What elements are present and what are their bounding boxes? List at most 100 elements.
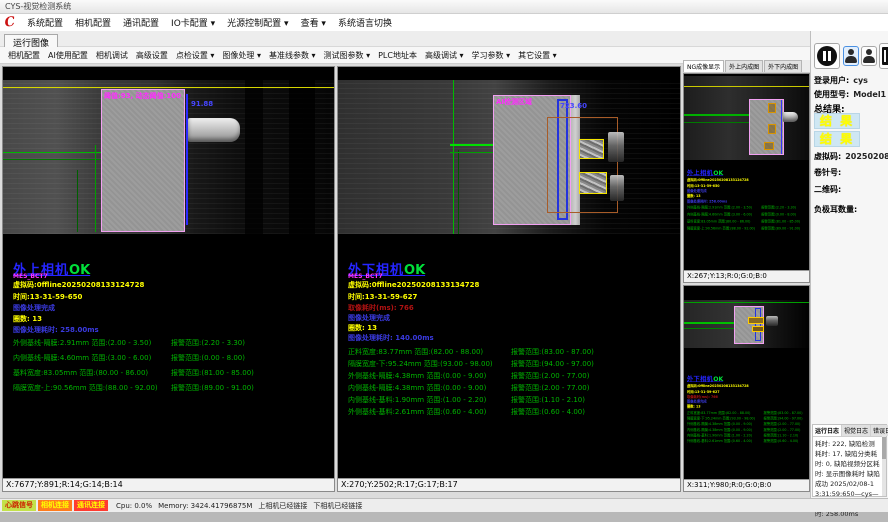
log-tab-run[interactable]: 运行日志 (813, 425, 842, 436)
menu-item-camera-config[interactable]: 相机配置 (75, 16, 111, 29)
pixel-info-bar-upper: X:7677;Y:891;R:14;G:14;B:14 (3, 478, 334, 491)
measurement-row: 外侧基线-基料:2.61mm 范围:(0.60 - 4.00)报警范围:(0.6… (687, 439, 752, 444)
side-panel: 登录用户:cys 使用型号:Model1 总结果: 结 果 结 果 虚拟码:20… (810, 31, 888, 498)
menu-item-comm-config[interactable]: 通讯配置 (123, 16, 159, 29)
toolbar-item-baseline-params[interactable]: 基准线参数 ▾ (269, 50, 316, 61)
exit-button[interactable] (879, 43, 888, 69)
measurement-row: 内侧基线-隔膜:4.60mm 范围:(3.00 - 6.00)报警范围:(0.0… (687, 212, 752, 217)
result-box-2: 结 果 (814, 131, 860, 147)
measure-blue-line (186, 94, 188, 225)
barcode-line: 虚拟码:0ffline20250208133124728 (687, 178, 749, 183)
overlay-yellow-line (3, 87, 334, 88)
thumbnail-lower-camera[interactable]: 外下相机OK 虚拟码:0ffline20250208133134728 时间:1… (683, 285, 810, 492)
logout-door-icon (882, 47, 888, 65)
toolbar-item-plc-address[interactable]: PLC地址本 (378, 50, 417, 61)
overlay-green-hline (684, 322, 739, 324)
overlay-yellow-line (684, 86, 810, 87)
turns-line: 圈数: 13 (348, 323, 377, 333)
measurement-row: 外侧基线-隔膜:4.38mm 范围:(0.00 - 9.00)报警范围:(2.0… (348, 371, 486, 381)
tab-upper-inner-image[interactable]: 外上内成图 (725, 60, 763, 72)
toolbar-item-other-settings[interactable]: 其它设置 ▾ (518, 50, 557, 61)
toolbar-item-learning-params[interactable]: 学习参数 ▾ (472, 50, 511, 61)
measure-value-label: 91.88 (191, 100, 213, 108)
log-scrollbar[interactable] (882, 435, 886, 496)
operator-button[interactable] (861, 46, 877, 66)
measure-value-label: 723.60 (560, 102, 587, 110)
overlay-green-hline (684, 328, 739, 329)
toolbar-item-advanced-settings[interactable]: 高级设置 (136, 50, 168, 61)
thumb-lower-textblock: 外下相机OK 虚拟码:0ffline20250208133134728 时间:1… (686, 374, 810, 445)
turns-line: 圈数: 13 (13, 314, 42, 324)
camera-image-upper[interactable]: 阈值:93, 动态阈值:100 91.88 (3, 80, 334, 234)
thumbnail-upper-camera[interactable]: 外上相机OK 虚拟码:0ffline20250208133124728 时间:1… (683, 73, 810, 283)
barcode-line: 虚拟码:0ffline20250208133124728 (13, 280, 144, 290)
pixel-info-bar-thumb2: X:311;Y:980;R:0;G:0;B:0 (684, 479, 809, 491)
tab-object (783, 112, 798, 122)
menu-item-light-config[interactable]: 光源控制配置 ▾ (227, 16, 288, 29)
time-line: 时间:13-31-59-627 (348, 292, 417, 302)
result-box-1: 结 果 (814, 113, 860, 129)
log-tab-vision[interactable]: 视觉日志 (842, 425, 871, 436)
pause-icon (817, 46, 837, 66)
measurement-row: 隔膜宽度-下:95.24mm 范围:(93.00 - 98.00)报警范围:(9… (348, 359, 493, 369)
toolbar-item-camera-debug[interactable]: 相机调试 (96, 50, 128, 61)
overlay-green-vline (95, 145, 96, 232)
toolbar-item-image-processing[interactable]: 图像处理 ▾ (222, 50, 261, 61)
overlay-green-vline (453, 80, 454, 234)
virtual-code-value: 20250208 (845, 152, 888, 161)
machine-highlight (766, 316, 778, 326)
overlay-green-vline (458, 150, 459, 234)
elapsed-line: 图像处理耗时: 258.00ms (687, 199, 727, 204)
measurement-row: 内侧基线-基料:1.90mm 范围:(1.00 - 2.20)报警范围:(1.1… (687, 433, 752, 438)
defect-marker (764, 142, 774, 150)
camera-image-lower[interactable]: AI检测区域 723.60 (338, 80, 680, 234)
toolbar-item-test-image-params[interactable]: 测试图参数 ▾ (324, 50, 371, 61)
winder-number-label: 卷针号: (814, 167, 841, 178)
menu-item-system-config[interactable]: 系统配置 (27, 16, 63, 29)
pause-button[interactable] (814, 43, 840, 69)
upper-camera-link-status: 上相机已经链接 (258, 501, 307, 511)
log-scrollbar-thumb[interactable] (882, 437, 886, 459)
tab-detect-rect (579, 139, 604, 159)
measurement-row: 外侧基线-隔膜:4.38mm 范围:(0.00 - 9.00)报警范围:(2.0… (687, 422, 752, 427)
menu-item-io-config[interactable]: IO卡配置 ▾ (171, 16, 215, 29)
process-done-line: 图像处理完成 (13, 303, 55, 313)
user-button[interactable] (843, 46, 859, 66)
measurement-row: 外侧基线-基料:2.61mm 范围:(0.60 - 4.00)报警范围:(0.6… (348, 407, 486, 417)
toolbar-item-camera-config[interactable]: 相机配置 (8, 50, 40, 61)
pixel-info-bar-thumb1: X:267;Y:13;R:0;G:0;B:0 (684, 270, 809, 282)
measure-blue-line (781, 100, 782, 154)
defect-marker (752, 326, 764, 332)
thumb-tab-row: NG成像显示 外上内成图 外下内成图 (683, 60, 810, 73)
defect-marker (748, 317, 764, 324)
mes-label: MES_BCT7 (13, 273, 48, 280)
toolbar-item-advanced-debug[interactable]: 高级调试 ▾ (425, 50, 464, 61)
window-title: CYS-视觉检测系统 (5, 2, 71, 11)
measurement-row: 隔膜宽度-下:95.24mm 范围:(93.00 - 98.00)报警范围:(9… (687, 416, 755, 421)
measurement-row: 隔膜宽度-上:90.56mm 范围:(88.00 - 92.00)报警范围:(8… (687, 226, 755, 231)
bottom-status-bar: 心跳信号 相机连接 通讯连接 Cpu: 0.0% Memory: 3424.41… (0, 498, 888, 512)
lower-camera-link-status: 下相机已经链接 (313, 501, 362, 511)
overlay-green-vline (77, 170, 78, 232)
camera-lower-textblock: 外下相机OK MES_BCT7 虚拟码:0ffline2025020813313… (346, 259, 671, 404)
app-logo-icon: C (2, 15, 18, 31)
machine-highlight (610, 175, 624, 201)
comm-link-badge: 通讯连接 (74, 500, 108, 511)
heartbeat-badge: 心跳信号 (2, 500, 36, 511)
camera-view-lower[interactable]: AI检测区域 723.60 外下相机OK MES_BCT7 虚拟码:0fflin… (337, 66, 681, 492)
overlay-green-hline (684, 114, 751, 116)
camera-upper-textblock: 外上相机OK MES_BCT7 虚拟码:0ffline2025020813312… (11, 259, 336, 404)
tab-ng-display[interactable]: NG成像显示 (683, 60, 724, 72)
menu-item-language-switch[interactable]: 系统语言切换 (338, 16, 392, 29)
model-label: 使用型号: (814, 90, 849, 99)
camera-view-upper[interactable]: 阈值:93, 动态阈值:100 91.88 外上相机OK MES_BCT7 虚拟… (2, 66, 335, 492)
tab-lower-inner-image[interactable]: 外下内成图 (764, 60, 802, 72)
camera-title: 外上相机OK (687, 168, 723, 177)
app-window: CYS-视觉检测系统 C 系统配置 相机配置 通讯配置 IO卡配置 ▾ 光源控制… (0, 0, 888, 522)
time-line: 时间:13-31-59-650 (687, 184, 720, 189)
menu-item-view[interactable]: 查看 ▾ (301, 16, 326, 29)
measurement-row: 正料宽度:83.77mm 范围:(82.00 - 88.00)报警范围:(83.… (348, 347, 483, 357)
toolbar-item-ai-config[interactable]: AI使用配置 (48, 50, 88, 61)
toolbar-item-spot-check[interactable]: 点检设置 ▾ (176, 50, 215, 61)
qrcode-label: 二维码: (814, 184, 841, 195)
